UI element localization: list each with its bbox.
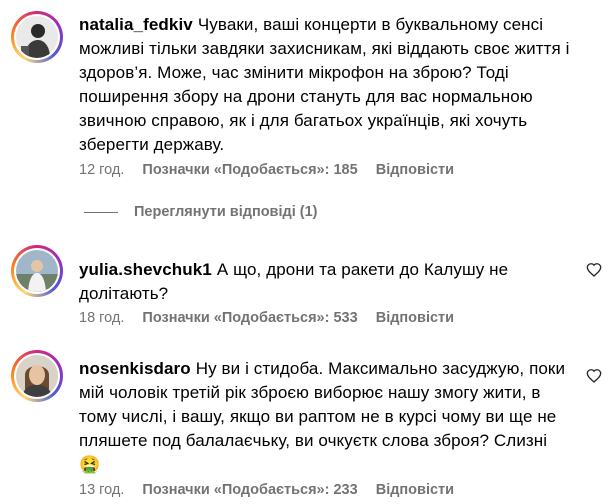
avatar[interactable]	[11, 350, 63, 402]
comment-likes[interactable]: Позначки «Подобається»: 533	[142, 310, 357, 326]
comment-meta: 13 год. Позначки «Подобається»: 233 Відп…	[79, 482, 468, 498]
comment-body: yulia.shevchuk1 А що, дрони та ракети до …	[79, 258, 579, 306]
comment-username[interactable]: nosenkisdaro	[79, 359, 191, 378]
emoji: 🤮	[79, 455, 101, 474]
comment-body: natalia_fedkiv Чуваки, ваші концерти в бу…	[79, 13, 584, 157]
user-avatar-icon	[16, 355, 58, 397]
comment-time[interactable]: 13 год.	[79, 482, 124, 498]
comment-meta: 18 год. Позначки «Подобається»: 533 Відп…	[79, 310, 468, 326]
reply-button[interactable]: Відповісти	[376, 162, 454, 178]
divider	[84, 211, 118, 213]
user-avatar-icon	[16, 250, 58, 292]
view-replies-label: Переглянути відповіді (1)	[134, 204, 318, 220]
like-heart-icon[interactable]	[586, 262, 602, 278]
comment-time[interactable]: 18 год.	[79, 310, 124, 326]
avatar[interactable]	[11, 11, 63, 63]
comment-likes[interactable]: Позначки «Подобається»: 185	[142, 162, 357, 178]
comment-time[interactable]: 12 год.	[79, 162, 124, 178]
avatar[interactable]	[11, 245, 63, 297]
comment-body: nosenkisdaro Ну ви і стидоба. Максимально…	[79, 357, 579, 477]
comment-likes[interactable]: Позначки «Подобається»: 233	[142, 482, 357, 498]
comment-username[interactable]: yulia.shevchuk1	[79, 260, 212, 279]
user-avatar-icon	[16, 16, 58, 58]
reply-button[interactable]: Відповісти	[376, 482, 454, 498]
comment-text: Чуваки, ваші концерти в буквальному сенс…	[79, 15, 570, 154]
comment-username[interactable]: natalia_fedkiv	[79, 15, 193, 34]
view-replies-button[interactable]: Переглянути відповіді (1)	[84, 204, 318, 220]
comment-meta: 12 год. Позначки «Подобається»: 185 Відп…	[79, 162, 468, 178]
reply-button[interactable]: Відповісти	[376, 310, 454, 326]
like-heart-icon[interactable]	[586, 368, 602, 384]
